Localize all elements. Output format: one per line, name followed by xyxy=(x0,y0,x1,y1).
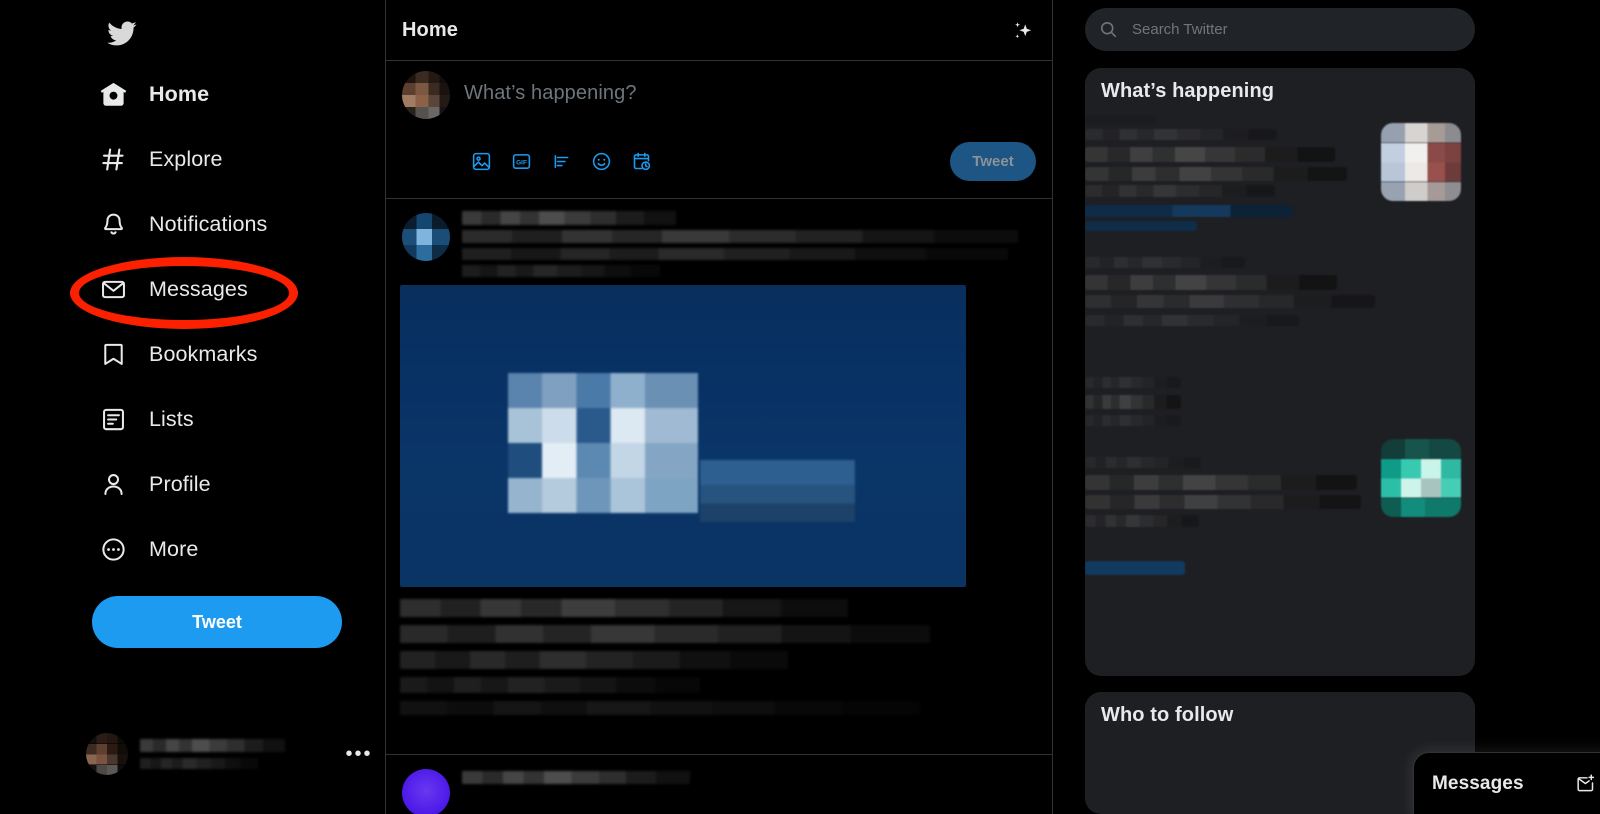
messages-dock[interactable]: Messages xyxy=(1413,752,1600,814)
whats-happening-panel: What’s happening xyxy=(1085,68,1475,676)
compose-row: What’s happening? xyxy=(402,71,1036,119)
search-input[interactable] xyxy=(1132,21,1461,38)
tweet-media-image[interactable] xyxy=(400,285,966,587)
account-switcher[interactable]: ••• xyxy=(86,722,376,786)
avatar xyxy=(402,71,450,119)
right-sidebar: What’s happening xyxy=(1053,0,1600,814)
twitter-app-window: Home Explore Notifications Messages Book… xyxy=(0,0,1600,814)
person-icon xyxy=(98,469,128,499)
sidebar-item-bookmarks[interactable]: Bookmarks xyxy=(92,328,271,380)
compose-tweet-box[interactable]: What’s happening? GIF Tweet xyxy=(386,61,1052,199)
bookmark-icon xyxy=(98,339,128,369)
sidebar-item-notifications[interactable]: Notifications xyxy=(92,198,281,250)
sidebar-item-profile[interactable]: Profile xyxy=(92,458,225,510)
main-timeline-column: Home What’s happening? GIF Tweet xyxy=(386,0,1053,814)
sidebar-item-more[interactable]: More xyxy=(92,523,212,575)
panel-title: Who to follow xyxy=(1101,704,1234,726)
home-icon xyxy=(98,79,128,109)
sidebar-item-label: More xyxy=(149,536,199,561)
new-message-envelope-icon[interactable] xyxy=(1570,769,1600,799)
compose-input[interactable]: What’s happening? xyxy=(464,82,637,119)
sparkle-icon[interactable] xyxy=(1004,14,1038,48)
envelope-icon xyxy=(98,274,128,304)
messages-dock-title: Messages xyxy=(1432,772,1524,794)
tweet-media-glyph xyxy=(508,373,698,513)
compose-toolbar: GIF Tweet xyxy=(464,142,1036,181)
sidebar-item-label: Messages xyxy=(149,276,248,301)
sidebar-item-explore[interactable]: Explore xyxy=(92,133,237,185)
sidebar-item-label: Home xyxy=(149,81,210,106)
timeline-feed xyxy=(386,199,1052,814)
list-icon xyxy=(98,404,128,434)
avatar[interactable] xyxy=(402,213,450,261)
tweet-item[interactable] xyxy=(386,755,1052,814)
search-bar[interactable] xyxy=(1085,8,1475,51)
left-sidebar: Home Explore Notifications Messages Book… xyxy=(0,0,386,814)
tweet-item[interactable] xyxy=(386,199,1052,755)
hashtag-icon xyxy=(98,144,128,174)
tweet-body xyxy=(462,767,1036,814)
tweet-media-glyph-secondary xyxy=(700,460,855,522)
sidebar-item-label: Lists xyxy=(149,406,194,431)
more-circle-icon xyxy=(98,534,128,564)
panel-title: What’s happening xyxy=(1101,80,1275,102)
avatar[interactable] xyxy=(402,769,450,814)
sidebar-item-label: Bookmarks xyxy=(149,341,258,366)
gif-icon[interactable]: GIF xyxy=(504,144,538,178)
tweet-caption-redacted xyxy=(400,599,1036,715)
more-dots-icon[interactable]: ••• xyxy=(342,737,376,771)
tweet-body xyxy=(400,211,1036,754)
tweet-button-sidebar[interactable]: Tweet xyxy=(92,596,342,648)
trends-list-redacted[interactable] xyxy=(1085,109,1475,665)
sidebar-item-home[interactable]: Home xyxy=(92,68,223,120)
svg-text:GIF: GIF xyxy=(516,159,527,166)
search-icon xyxy=(1099,20,1118,39)
bell-icon xyxy=(98,209,128,239)
sidebar-item-label: Notifications xyxy=(149,211,268,236)
main-header: Home xyxy=(386,0,1052,61)
sidebar-item-label: Profile xyxy=(149,471,211,496)
poll-icon[interactable] xyxy=(544,144,578,178)
sidebar-item-lists[interactable]: Lists xyxy=(92,393,208,445)
schedule-icon[interactable] xyxy=(624,144,658,178)
emoji-icon[interactable] xyxy=(584,144,618,178)
twitter-bird-icon[interactable] xyxy=(96,8,146,58)
avatar xyxy=(86,733,128,775)
media-image-icon[interactable] xyxy=(464,144,498,178)
account-name-block xyxy=(140,739,342,769)
sidebar-nav: Home Explore Notifications Messages Book… xyxy=(92,68,281,588)
tweet-button-compose[interactable]: Tweet xyxy=(950,142,1036,181)
sidebar-item-messages[interactable]: Messages xyxy=(92,263,262,315)
sidebar-item-label: Explore xyxy=(149,146,223,171)
page-title: Home xyxy=(402,18,458,41)
